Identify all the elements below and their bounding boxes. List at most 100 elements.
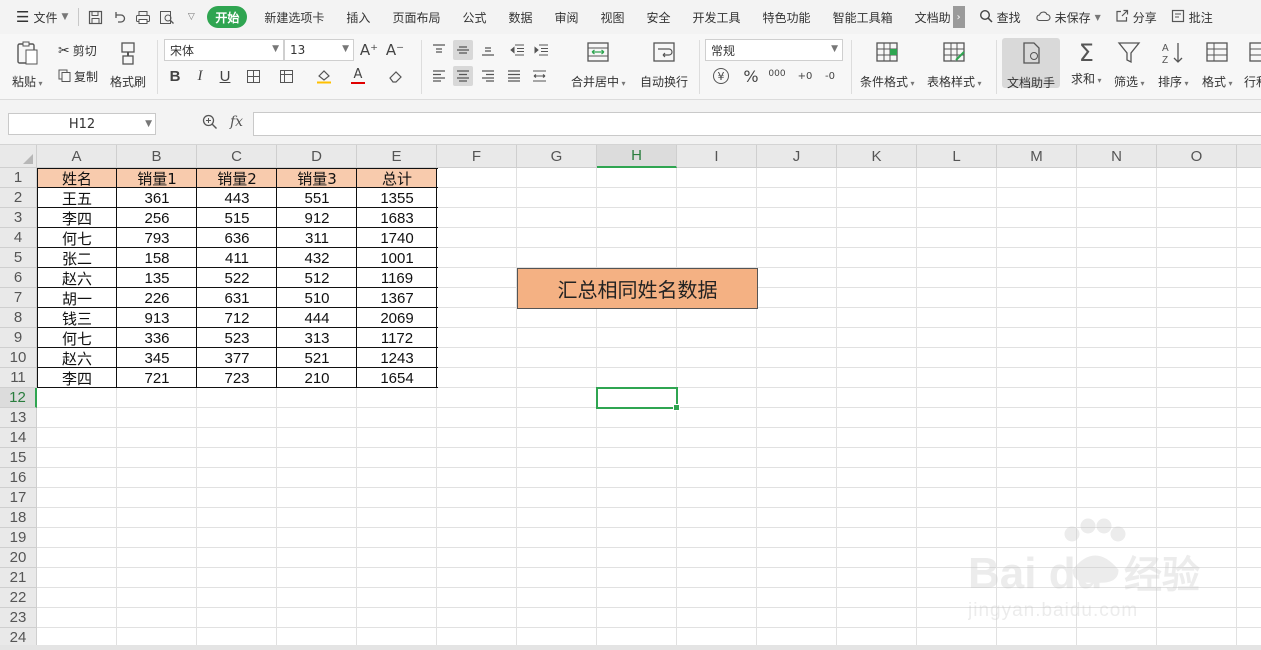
value-cell[interactable]: 515: [197, 208, 277, 228]
tab-doc-helper[interactable]: 文档助: [904, 6, 953, 28]
value-cell[interactable]: 226: [117, 288, 197, 308]
conditional-format-button[interactable]: 条件格式 ▾: [860, 40, 915, 90]
value-cell[interactable]: 411: [197, 248, 277, 268]
save-icon[interactable]: [86, 8, 104, 26]
number-format-select[interactable]: 常规 ▼: [705, 39, 843, 61]
row-header-13[interactable]: 13: [0, 408, 37, 428]
increase-decimal-icon[interactable]: +0: [795, 66, 815, 86]
value-cell[interactable]: 912: [277, 208, 357, 228]
fill-color-icon[interactable]: [314, 66, 334, 86]
active-cell-selection[interactable]: [596, 387, 680, 411]
value-cell[interactable]: 135: [117, 268, 197, 288]
value-cell[interactable]: 512: [277, 268, 357, 288]
horizontal-scrollbar[interactable]: [0, 645, 1261, 650]
column-header-b[interactable]: B: [117, 145, 197, 168]
align-middle-icon[interactable]: [453, 40, 473, 60]
tab-formulas[interactable]: 公式: [451, 6, 497, 28]
value-cell[interactable]: 721: [117, 368, 197, 388]
formula-input[interactable]: [253, 112, 1261, 136]
tab-data[interactable]: 数据: [497, 6, 543, 28]
thousands-separator-icon[interactable]: 000: [767, 64, 787, 84]
insert-function-icon[interactable]: fx: [230, 114, 243, 130]
align-top-icon[interactable]: [429, 40, 449, 60]
select-all-button[interactable]: [0, 145, 37, 168]
value-cell[interactable]: 1683: [357, 208, 437, 228]
column-header-g[interactable]: G: [517, 145, 597, 168]
value-cell[interactable]: 256: [117, 208, 197, 228]
column-header-a[interactable]: A: [37, 145, 117, 168]
name-cell[interactable]: 胡一: [37, 288, 117, 308]
column-header-d[interactable]: D: [277, 145, 357, 168]
name-cell[interactable]: 钱三: [37, 308, 117, 328]
column-header-n[interactable]: N: [1077, 145, 1157, 168]
underline-button[interactable]: U: [215, 66, 235, 86]
value-cell[interactable]: 712: [197, 308, 277, 328]
value-cell[interactable]: 1740: [357, 228, 437, 248]
tab-developer[interactable]: 开发工具: [682, 6, 752, 28]
tab-home[interactable]: 开始: [207, 6, 248, 28]
share-button[interactable]: 分享: [1109, 5, 1163, 29]
undo-icon[interactable]: [110, 8, 128, 26]
decrease-indent-icon[interactable]: [507, 40, 527, 60]
merge-center-button[interactable]: 合并居中 ▾: [571, 40, 626, 90]
table-header-cell[interactable]: 总计: [357, 168, 437, 188]
row-header-17[interactable]: 17: [0, 488, 37, 508]
name-cell[interactable]: 张二: [37, 248, 117, 268]
value-cell[interactable]: 361: [117, 188, 197, 208]
column-header-o[interactable]: O: [1157, 145, 1237, 168]
column-header-e[interactable]: E: [357, 145, 437, 168]
increase-indent-icon[interactable]: [531, 40, 551, 60]
row-header-18[interactable]: 18: [0, 508, 37, 528]
sort-button[interactable]: AZ 排序 ▾: [1158, 40, 1189, 90]
tab-view[interactable]: 视图: [590, 6, 636, 28]
search-button[interactable]: 查找: [973, 5, 1027, 29]
row-header-22[interactable]: 22: [0, 588, 37, 608]
justify-icon[interactable]: [504, 66, 524, 86]
name-cell[interactable]: 李四: [37, 208, 117, 228]
value-cell[interactable]: 377: [197, 348, 277, 368]
row-header-14[interactable]: 14: [0, 428, 37, 448]
name-cell[interactable]: 王五: [37, 188, 117, 208]
column-header-c[interactable]: C: [197, 145, 277, 168]
value-cell[interactable]: 443: [197, 188, 277, 208]
name-box[interactable]: H12 ▼: [8, 113, 156, 135]
row-header-19[interactable]: 19: [0, 528, 37, 548]
name-cell[interactable]: 李四: [37, 368, 117, 388]
bold-button[interactable]: B: [165, 66, 185, 86]
row-header-2[interactable]: 2: [0, 188, 37, 208]
value-cell[interactable]: 551: [277, 188, 357, 208]
value-cell[interactable]: 1169: [357, 268, 437, 288]
cut-button[interactable]: ✂ 剪切: [58, 42, 97, 59]
value-cell[interactable]: 210: [277, 368, 357, 388]
row-header-1[interactable]: 1: [0, 168, 37, 188]
value-cell[interactable]: 1243: [357, 348, 437, 368]
value-cell[interactable]: 345: [117, 348, 197, 368]
more-quick-access-icon[interactable]: ▽: [182, 8, 200, 26]
column-header-l[interactable]: L: [917, 145, 997, 168]
value-cell[interactable]: 1654: [357, 368, 437, 388]
font-color-icon[interactable]: A: [348, 66, 368, 86]
font-name-select[interactable]: 宋体 ▼: [164, 39, 284, 61]
row-header-3[interactable]: 3: [0, 208, 37, 228]
value-cell[interactable]: 1001: [357, 248, 437, 268]
row-header-9[interactable]: 9: [0, 328, 37, 348]
unsaved-status[interactable]: 未保存 ▼: [1029, 5, 1107, 29]
worksheet-grid[interactable]: 姓名 销量1 销量2 销量3 总计 王五 361 443 551 1355 李四 256 515 912 1…: [0, 145, 1261, 650]
cell-style-icon[interactable]: [276, 66, 296, 86]
eraser-icon[interactable]: [386, 66, 406, 86]
tab-new[interactable]: 新建选项卡: [253, 6, 335, 28]
value-cell[interactable]: 336: [117, 328, 197, 348]
row-header-16[interactable]: 16: [0, 468, 37, 488]
table-style-button[interactable]: 表格样式 ▾: [927, 40, 982, 90]
row-header-10[interactable]: 10: [0, 348, 37, 368]
value-cell[interactable]: 793: [117, 228, 197, 248]
row-header-5[interactable]: 5: [0, 248, 37, 268]
value-cell[interactable]: 444: [277, 308, 357, 328]
print-preview-icon[interactable]: [158, 8, 176, 26]
value-cell[interactable]: 1172: [357, 328, 437, 348]
name-cell[interactable]: 何七: [37, 228, 117, 248]
align-right-icon[interactable]: [478, 66, 498, 86]
italic-button[interactable]: I: [190, 66, 210, 86]
column-header-k[interactable]: K: [837, 145, 917, 168]
zoom-formula-icon[interactable]: [202, 114, 218, 134]
